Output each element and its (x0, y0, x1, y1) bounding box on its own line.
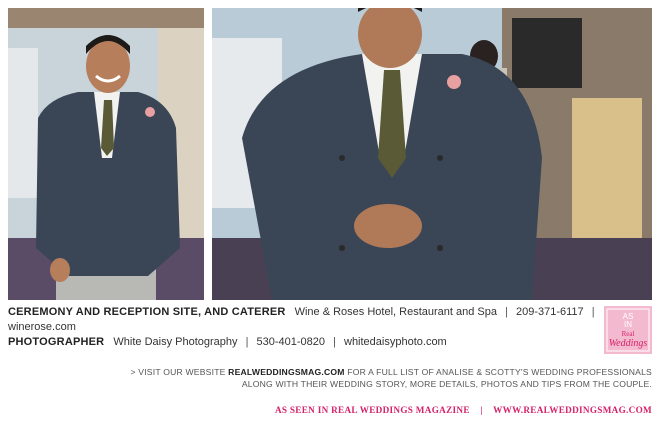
footer-magazine-text: AS SEEN IN REAL WEDDINGS MAGAZINE (274, 405, 470, 415)
visit-site-link[interactable]: REALWEDDINGSMAG.COM (228, 367, 344, 377)
venue-website-row: winerose.com (8, 320, 568, 334)
badge-line4: Weddings (609, 338, 648, 349)
separator: | (505, 306, 508, 318)
visit-rest: FOR A FULL LIST OF ANALISE & SCOTTY'S WE… (347, 367, 652, 377)
footer-separator: | (480, 405, 483, 415)
visit-website-note: > VISIT OUR WEBSITE REALWEDDINGSMAG.COM … (92, 366, 652, 390)
vendor-credits: CEREMONY AND RECEPTION SITE, AND CATERER… (8, 305, 595, 349)
venue-name: Wine & Roses Hotel, Restaurant and Spa (294, 306, 497, 318)
badge-line2: IN (624, 320, 632, 329)
venue-website-link[interactable]: winerose.com (8, 321, 76, 333)
ceremony-credit-row: CEREMONY AND RECEPTION SITE, AND CATERER… (8, 305, 595, 319)
footer-website-link[interactable]: WWW.REALWEDDINGSMAG.COM (493, 405, 652, 415)
separator: | (245, 336, 249, 348)
as-seen-in-badge-logo: AS IN Real Weddings (604, 306, 652, 354)
footer-banner: AS SEEN IN REAL WEDDINGS MAGAZINE | WWW.… (275, 405, 652, 415)
photographer-phone: 530-401-0820 (256, 336, 326, 348)
venue-phone: 209-371-6117 (515, 306, 584, 318)
groom-portrait-photo (8, 8, 204, 300)
visit-line2: ALONG WITH THEIR WEDDING STORY, MORE DET… (241, 379, 652, 389)
separator: | (333, 336, 336, 348)
photographer-name: White Daisy Photography (113, 336, 238, 348)
separator: | (591, 306, 595, 318)
visit-prefix: > VISIT OUR WEBSITE (130, 367, 226, 377)
ceremony-label: CEREMONY AND RECEPTION SITE, AND CATERER (8, 306, 286, 318)
photographer-label: PHOTOGRAPHER (8, 336, 105, 348)
photographer-credit-row: PHOTOGRAPHER White Daisy Photography | 5… (8, 335, 568, 349)
photographer-website-link[interactable]: whitedaisyphoto.com (344, 336, 447, 348)
groom-buttoning-jacket-photo (212, 8, 652, 300)
badge-line3: Real (622, 330, 635, 338)
